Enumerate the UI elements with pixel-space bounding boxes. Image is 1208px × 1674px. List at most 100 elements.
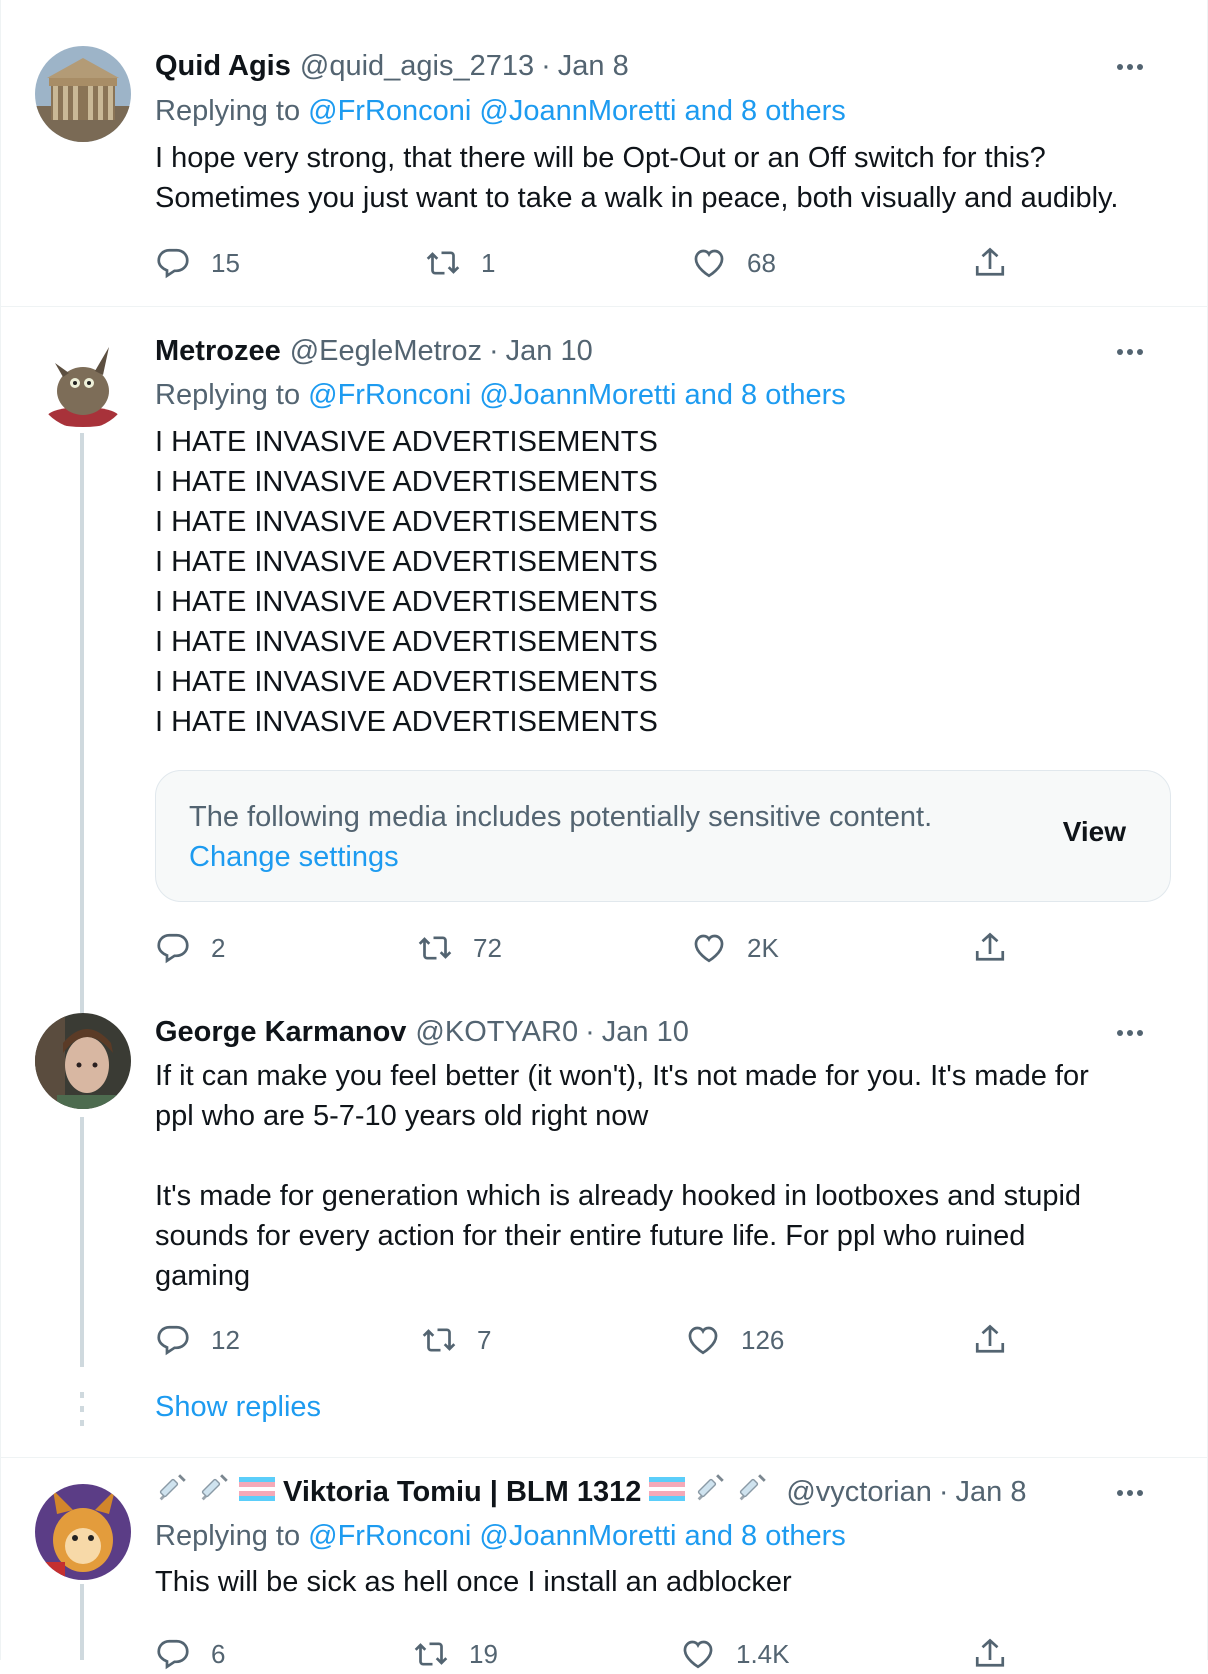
share-icon xyxy=(972,1322,1008,1358)
share-icon xyxy=(972,1636,1008,1672)
retweet-button[interactable]: 72 xyxy=(417,928,502,968)
user-handle[interactable]: @KOTYAR0 xyxy=(415,1016,578,1049)
tweet-text: If it can make you feel better (it won't… xyxy=(155,1060,1089,1292)
replying-to-links[interactable]: @FrRonconi @JoannMoretti and 8 others xyxy=(308,379,846,411)
share-icon xyxy=(972,930,1008,966)
reply-icon xyxy=(155,245,191,281)
heart-icon xyxy=(691,930,727,966)
retweet-icon xyxy=(413,1636,449,1672)
user-handle[interactable]: @vyctorian xyxy=(786,1476,931,1509)
display-name[interactable]: Viktoria Tomiu | BLM 1312 xyxy=(283,1476,641,1509)
replying-to-links[interactable]: @FrRonconi @JoannMoretti and 8 others xyxy=(308,1520,846,1552)
share-button[interactable] xyxy=(972,1634,1028,1674)
retweet-icon xyxy=(421,1322,457,1358)
thread-line xyxy=(80,433,84,977)
reply-count: 2 xyxy=(211,932,226,963)
tweet-header: George Karmanov @KOTYAR0 · Jan 10 xyxy=(155,1015,689,1049)
more-options-icon[interactable] xyxy=(1110,337,1150,367)
like-button[interactable]: 1.4K xyxy=(680,1634,790,1674)
creature-avatar-image xyxy=(35,333,131,429)
heart-icon xyxy=(680,1636,716,1672)
reply-button[interactable]: 6 xyxy=(155,1634,225,1674)
reply-button[interactable]: 2 xyxy=(155,928,225,968)
like-button[interactable]: 68 xyxy=(691,243,776,283)
retweet-count: 1 xyxy=(481,247,496,278)
reply-icon xyxy=(155,1636,191,1672)
like-count: 126 xyxy=(741,1324,785,1355)
retweet-button[interactable]: 19 xyxy=(413,1634,498,1674)
avatar[interactable] xyxy=(35,333,131,429)
tweet-actions: 15 1 68 xyxy=(155,243,1015,283)
tweet[interactable]: George Karmanov @KOTYAR0 · Jan 10 If it … xyxy=(0,977,1208,1457)
retweet-button[interactable]: 7 xyxy=(421,1320,491,1360)
retweet-button[interactable]: 1 xyxy=(425,243,495,283)
tweet-actions: 2 72 2K xyxy=(155,928,1015,968)
like-button[interactable]: 2K xyxy=(691,928,779,968)
pantheon-avatar-image xyxy=(35,46,131,142)
like-count: 2K xyxy=(747,932,779,963)
replying-to: Replying to @FrRonconi @JoannMoretti and… xyxy=(155,1520,846,1552)
reply-count: 6 xyxy=(211,1638,226,1669)
tweet-text: This will be sick as hell once I install… xyxy=(155,1566,792,1598)
more-options-icon[interactable] xyxy=(1110,52,1150,82)
heart-icon xyxy=(685,1322,721,1358)
tweet-date[interactable]: Jan 10 xyxy=(602,1016,689,1049)
sensitive-notice-text: The following media includes potentially… xyxy=(189,801,933,833)
replying-to-links[interactable]: @FrRonconi @JoannMoretti and 8 others xyxy=(308,95,846,127)
reply-count: 12 xyxy=(211,1324,240,1355)
display-name[interactable]: George Karmanov xyxy=(155,1016,406,1049)
syringe-icon xyxy=(197,1471,231,1513)
cartoon-avatar-image xyxy=(35,1484,131,1580)
replying-to: Replying to @FrRonconi @JoannMoretti and… xyxy=(155,95,846,127)
retweet-count: 72 xyxy=(473,932,502,963)
sensitive-media-notice: The following media includes potentially… xyxy=(155,770,1171,902)
thread-line xyxy=(80,1584,84,1660)
avatar[interactable] xyxy=(35,46,131,142)
share-button[interactable] xyxy=(972,243,1028,283)
display-name[interactable]: Quid Agis xyxy=(155,50,291,83)
tweet-header: Viktoria Tomiu | BLM 1312 @vyctorian · J… xyxy=(155,1472,1118,1512)
display-name[interactable]: Metrozee xyxy=(155,335,281,368)
more-options-icon[interactable] xyxy=(1110,1478,1150,1508)
tweet-header: Metrozee @EegleMetroz · Jan 10 xyxy=(155,334,593,368)
change-settings-link[interactable]: Change settings xyxy=(189,837,932,877)
retweet-icon xyxy=(425,245,461,281)
retweet-icon xyxy=(417,930,453,966)
thread-line xyxy=(80,1117,84,1367)
tweet[interactable]: Quid Agis @quid_agis_2713 · Jan 8 Replyi… xyxy=(0,0,1208,306)
like-button[interactable]: 126 xyxy=(685,1320,784,1360)
replying-to: Replying to @FrRonconi @JoannMoretti and… xyxy=(155,379,846,411)
like-count: 68 xyxy=(747,247,776,278)
reply-button[interactable]: 15 xyxy=(155,243,240,283)
avatar[interactable] xyxy=(35,1013,131,1109)
tweet-header: Quid Agis @quid_agis_2713 · Jan 8 xyxy=(155,49,629,83)
tweet[interactable]: Metrozee @EegleMetroz · Jan 10 Replying … xyxy=(0,307,1208,977)
share-button[interactable] xyxy=(972,928,1028,968)
trans-flag-icon xyxy=(239,1476,275,1509)
retweet-count: 7 xyxy=(477,1324,492,1355)
tweet-date[interactable]: Jan 10 xyxy=(506,335,593,368)
tweet-text: I hope very strong, that there will be O… xyxy=(155,142,1119,214)
view-button[interactable]: View xyxy=(1063,816,1126,848)
share-icon xyxy=(972,245,1008,281)
trans-flag-icon xyxy=(649,1476,686,1509)
more-options-icon[interactable] xyxy=(1110,1018,1150,1048)
tweet[interactable]: Viktoria Tomiu | BLM 1312 @vyctorian · J… xyxy=(0,1458,1208,1669)
tweet-date[interactable]: Jan 8 xyxy=(956,1476,1027,1509)
heart-icon xyxy=(691,245,727,281)
user-handle[interactable]: @EegleMetroz xyxy=(290,335,482,368)
reply-count: 15 xyxy=(211,247,240,278)
person-avatar-image xyxy=(35,1013,131,1109)
syringe-icon xyxy=(735,1471,769,1513)
avatar[interactable] xyxy=(35,1484,131,1580)
tweet-date[interactable]: Jan 8 xyxy=(558,50,629,83)
show-replies-link[interactable]: Show replies xyxy=(155,1391,321,1424)
user-handle[interactable]: @quid_agis_2713 xyxy=(300,50,534,83)
share-button[interactable] xyxy=(972,1320,1028,1360)
thread-line xyxy=(80,977,84,1013)
thread-dots xyxy=(80,1392,84,1434)
like-count: 1.4K xyxy=(736,1638,790,1669)
tweet-actions: 6 19 1.4K xyxy=(155,1634,1015,1674)
reply-icon xyxy=(155,1322,191,1358)
reply-button[interactable]: 12 xyxy=(155,1320,240,1360)
